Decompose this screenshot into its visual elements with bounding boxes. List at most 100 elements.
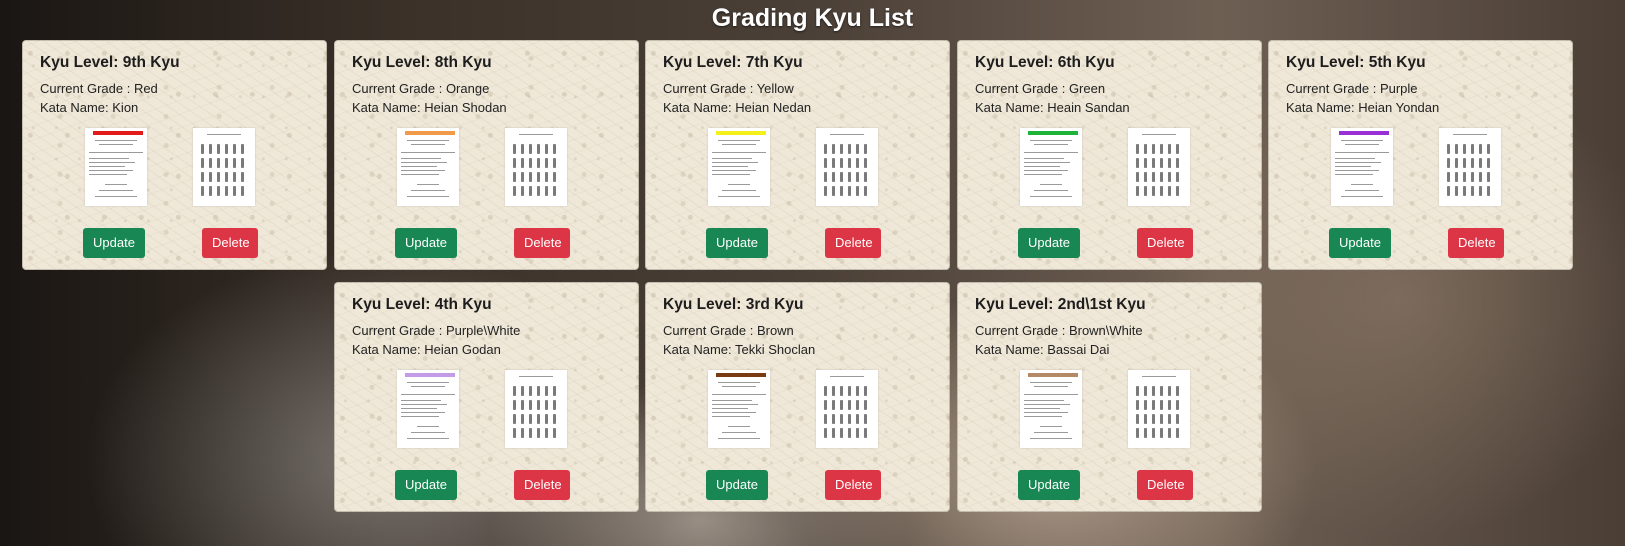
kata-diagram-image[interactable] (505, 128, 567, 206)
update-button[interactable]: Update (395, 470, 457, 500)
kata-figure (824, 400, 827, 410)
syllabus-text-line (401, 152, 455, 153)
kata-diagram-image[interactable] (505, 370, 567, 448)
kata-figure (537, 428, 540, 438)
kata-figure (1168, 414, 1171, 424)
grading-syllabus-image[interactable] (708, 128, 770, 206)
kata-figure (864, 386, 867, 396)
kata-figure (217, 172, 220, 182)
kata-figure (537, 172, 540, 182)
kata-figure (1471, 144, 1474, 154)
update-button[interactable]: Update (1018, 228, 1080, 258)
kata-figure (1136, 186, 1139, 196)
update-button[interactable]: Update (706, 470, 768, 500)
diagram-header-line (519, 134, 553, 135)
syllabus-text-line (401, 408, 437, 409)
delete-button[interactable]: Delete (1448, 228, 1504, 258)
kata-diagram-image[interactable] (1128, 370, 1190, 448)
kata-figure (241, 158, 244, 168)
syllabus-text-line (712, 400, 752, 401)
kata-figure (1136, 400, 1139, 410)
kata-diagram-image[interactable] (193, 128, 255, 206)
kata-figure (1176, 414, 1179, 424)
syllabus-text-line (411, 386, 445, 387)
syllabus-text-line (401, 166, 437, 167)
grading-syllabus-image[interactable] (85, 128, 147, 206)
kata-figure (513, 414, 516, 424)
kata-figure (529, 186, 532, 196)
kata-figure (840, 186, 843, 196)
syllabus-text-line (1335, 166, 1371, 167)
grading-syllabus-image[interactable] (708, 370, 770, 448)
delete-button[interactable]: Delete (1137, 228, 1193, 258)
grading-syllabus-image[interactable] (1020, 128, 1082, 206)
syllabus-text-line (95, 196, 137, 197)
syllabus-text-line (1030, 140, 1072, 141)
grading-syllabus-image[interactable] (397, 128, 459, 206)
kata-figure (513, 400, 516, 410)
grading-syllabus-image[interactable] (397, 370, 459, 448)
grading-syllabus-image[interactable] (1331, 128, 1393, 206)
kyu-level-title: Kyu Level: 4th Kyu (352, 296, 492, 313)
kata-figure (864, 158, 867, 168)
kata-figure (217, 186, 220, 196)
kata-figure (1152, 158, 1155, 168)
delete-button[interactable]: Delete (202, 228, 258, 258)
kata-figure (209, 172, 212, 182)
kata-figure (1455, 144, 1458, 154)
kata-figure (553, 144, 556, 154)
kata-diagram-image[interactable] (1439, 128, 1501, 206)
syllabus-text-line (712, 170, 756, 171)
syllabus-text-line (1040, 184, 1062, 185)
syllabus-text-line (1335, 174, 1373, 175)
kata-name: Kata Name: Heian Nedan (663, 100, 812, 115)
syllabus-text-line (1335, 170, 1379, 171)
kata-figure (856, 414, 859, 424)
kyu-card: Kyu Level: 6th Kyu Current Grade : Green… (957, 40, 1262, 270)
update-button[interactable]: Update (395, 228, 457, 258)
kata-name: Kata Name: Heian Shodan (352, 100, 507, 115)
kata-figure (1152, 186, 1155, 196)
kata-figure (1176, 428, 1179, 438)
syllabus-text-line (401, 170, 445, 171)
delete-button[interactable]: Delete (514, 470, 570, 500)
kata-figure (1136, 144, 1139, 154)
kata-figure (864, 414, 867, 424)
kata-diagram-image[interactable] (1128, 128, 1190, 206)
kata-figure (1136, 172, 1139, 182)
delete-button[interactable]: Delete (825, 228, 881, 258)
kata-figure (832, 158, 835, 168)
kata-figure (1176, 400, 1179, 410)
kata-figure (225, 186, 228, 196)
kata-figure (1471, 158, 1474, 168)
syllabus-text-line (1024, 408, 1060, 409)
delete-button[interactable]: Delete (825, 470, 881, 500)
kata-figure (1160, 186, 1163, 196)
delete-button[interactable]: Delete (514, 228, 570, 258)
update-button[interactable]: Update (1329, 228, 1391, 258)
kata-figure (1168, 172, 1171, 182)
grading-syllabus-image[interactable] (1020, 370, 1082, 448)
kata-figure (1463, 172, 1466, 182)
diagram-header-line (1142, 134, 1176, 135)
kata-figure (201, 158, 204, 168)
syllabus-text-line (407, 382, 449, 383)
diagram-header-line (207, 134, 241, 135)
delete-button[interactable]: Delete (1137, 470, 1193, 500)
kata-figure (856, 144, 859, 154)
kata-figure (848, 400, 851, 410)
syllabus-text-line (1341, 196, 1383, 197)
kata-figure (864, 400, 867, 410)
current-grade: Current Grade : Purple\White (352, 323, 521, 338)
update-button[interactable]: Update (706, 228, 768, 258)
kyu-card: Kyu Level: 2nd\1st Kyu Current Grade : B… (957, 282, 1262, 512)
kata-diagram-image[interactable] (816, 128, 878, 206)
kata-figure (1487, 172, 1490, 182)
update-button[interactable]: Update (83, 228, 145, 258)
kata-figure (1168, 428, 1171, 438)
syllabus-text-line (1040, 426, 1062, 427)
update-button[interactable]: Update (1018, 470, 1080, 500)
kata-name: Kata Name: Heian Godan (352, 342, 501, 357)
kata-figure (241, 144, 244, 154)
kata-diagram-image[interactable] (816, 370, 878, 448)
